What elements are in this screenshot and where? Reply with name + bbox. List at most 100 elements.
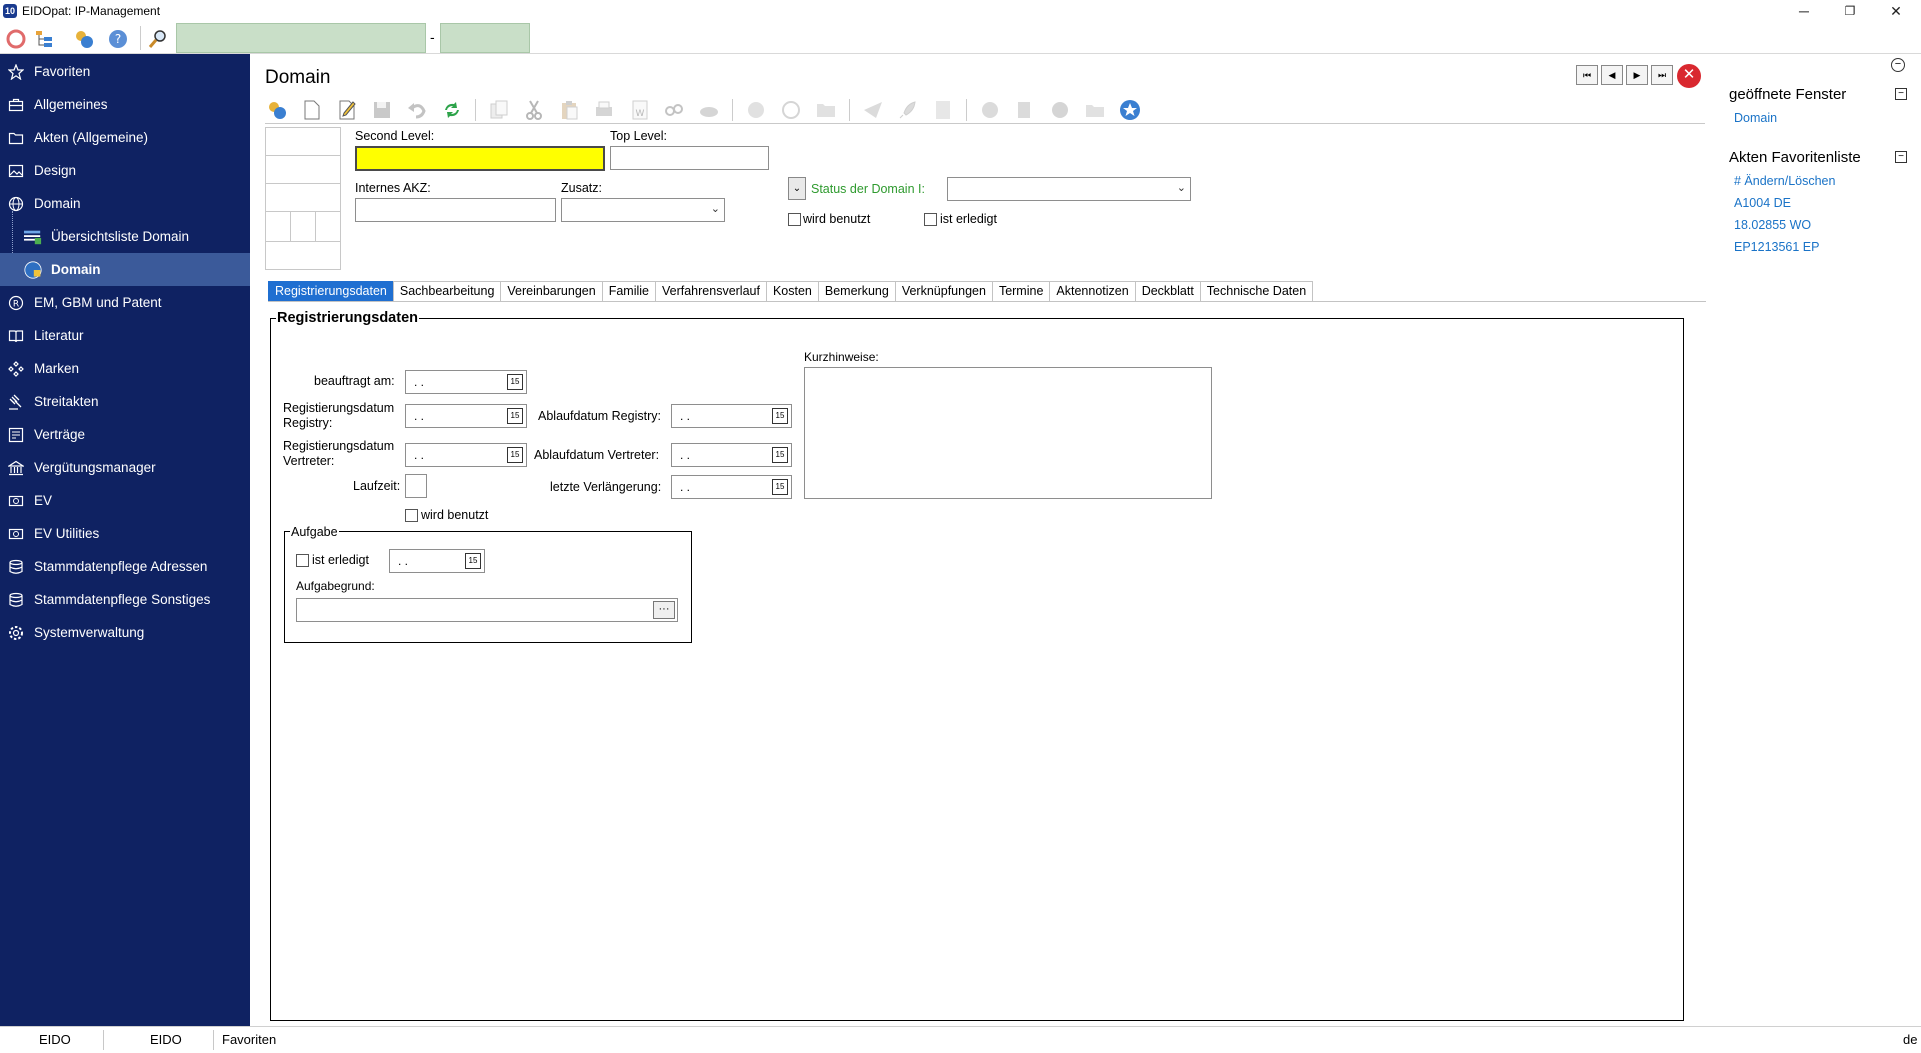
calendar-icon[interactable]: 15 [772, 408, 788, 424]
new-document-icon[interactable] [300, 98, 324, 122]
favorite-link[interactable]: # Ändern/Löschen [1734, 174, 1835, 188]
wird-benutzt-checkbox[interactable] [788, 213, 801, 226]
sidebar-item-em-gbm-patent[interactable]: R EM, GBM und Patent [0, 286, 250, 319]
cloud-icon[interactable] [697, 98, 721, 122]
next-record-button[interactable]: ▶ [1626, 65, 1648, 85]
tab-deckblatt[interactable]: Deckblatt [1134, 281, 1201, 301]
globe-gear-icon[interactable] [1048, 98, 1072, 122]
aufgabe-ist-erledigt-checkbox[interactable] [296, 554, 309, 567]
sidebar-item-favoriten[interactable]: Favoriten [0, 55, 250, 88]
status-dropdown-button[interactable]: ⌄ [788, 177, 806, 200]
sidebar-item-stammdaten-adressen[interactable]: Stammdatenpflege Adressen [0, 550, 250, 583]
calendar-icon[interactable]: 15 [772, 479, 788, 495]
last-record-button[interactable]: ⏭ [1651, 65, 1673, 85]
undo-icon[interactable] [405, 98, 429, 122]
tab-aktennotizen[interactable]: Aktennotizen [1049, 281, 1136, 301]
aufgabegrund-input[interactable]: ··· [296, 598, 678, 622]
reg-registry-date[interactable]: . . 15 [405, 404, 527, 428]
ellipsis-button[interactable]: ··· [653, 601, 675, 619]
sidebar-item-domain-active[interactable]: Domain [0, 253, 250, 286]
collapse-open-windows-icon[interactable]: − [1895, 88, 1907, 100]
clock-icon[interactable] [744, 98, 768, 122]
tab-kosten[interactable]: Kosten [765, 281, 819, 301]
reg-wird-benutzt-checkbox[interactable] [405, 509, 418, 522]
database-lock-icon[interactable] [1013, 98, 1037, 122]
sidebar-item-systemverwaltung[interactable]: Systemverwaltung [0, 616, 250, 649]
beauftragt-am-date[interactable]: . . 15 [405, 370, 527, 394]
status-domain-select[interactable]: ⌄ [947, 177, 1191, 201]
sidebar-item-allgemeines[interactable]: Allgemeines [0, 88, 250, 121]
sidebar-item-literatur[interactable]: Literatur [0, 319, 250, 352]
calendar-icon[interactable]: 15 [465, 553, 481, 569]
collapse-favorites-icon[interactable]: − [1895, 151, 1907, 163]
tree-icon[interactable] [33, 28, 55, 50]
status-favoriten[interactable]: Favoriten [222, 1032, 276, 1047]
previous-record-button[interactable]: ◀ [1601, 65, 1623, 85]
send-icon[interactable] [861, 98, 885, 122]
cut-icon[interactable] [522, 98, 546, 122]
sidebar-item-domain[interactable]: Domain [0, 187, 250, 220]
internes-akz-input[interactable] [355, 198, 556, 222]
search-field-primary[interactable] [176, 23, 426, 53]
ablauf-registry-date[interactable]: . . 15 [671, 404, 792, 428]
aufgabe-date[interactable]: . . 15 [389, 549, 485, 573]
sidebar-item-verguetungsmanager[interactable]: Vergütungsmanager [0, 451, 250, 484]
close-form-button[interactable]: ✕ [1677, 64, 1701, 88]
close-window-button[interactable]: ✕ [1873, 0, 1919, 22]
tab-verknuepfungen[interactable]: Verknüpfungen [894, 281, 993, 301]
open-window-link[interactable]: Domain [1734, 111, 1777, 125]
sidebar-item-ev[interactable]: EV [0, 484, 250, 517]
ablauf-vertreter-date[interactable]: . . 15 [671, 443, 792, 467]
minimize-button[interactable]: ─ [1781, 0, 1827, 22]
sidebar-item-uebersichtsliste-domain[interactable]: Übersichtsliste Domain [0, 220, 250, 253]
calendar-icon[interactable]: 15 [772, 447, 788, 463]
favorite-link[interactable]: EP1213561 EP [1734, 240, 1820, 254]
history-icon[interactable] [779, 98, 803, 122]
zusatz-select[interactable]: ⌄ [561, 198, 725, 222]
tab-registrierungsdaten[interactable]: Registrierungsdaten [268, 281, 394, 301]
sidebar-item-marken[interactable]: Marken [0, 352, 250, 385]
copy-icon[interactable] [487, 98, 511, 122]
print-icon[interactable] [592, 98, 616, 122]
favorite-link[interactable]: 18.02855 WO [1734, 218, 1811, 232]
save-icon[interactable] [370, 98, 394, 122]
search-field-secondary[interactable] [440, 23, 530, 53]
kurzhinweise-textarea[interactable] [804, 367, 1212, 499]
search-icon[interactable] [147, 28, 169, 50]
settings-globe-icon[interactable] [73, 28, 95, 50]
record-icon[interactable] [5, 28, 27, 50]
letzte-verlaengerung-date[interactable]: . . 15 [671, 475, 792, 499]
sidebar-item-streitakten[interactable]: Streitakten [0, 385, 250, 418]
refresh-icon[interactable] [440, 98, 464, 122]
settings-globe-icon[interactable] [265, 98, 289, 122]
word-export-icon[interactable]: W [627, 98, 651, 122]
tab-technische-daten[interactable]: Technische Daten [1199, 281, 1314, 301]
ist-erledigt-checkbox[interactable] [924, 213, 937, 226]
sidebar-item-ev-utilities[interactable]: EV Utilities [0, 517, 250, 550]
maximize-button[interactable]: ❐ [1827, 0, 1873, 22]
top-level-input[interactable] [610, 146, 769, 170]
edit-icon[interactable] [335, 98, 359, 122]
tab-sachbearbeitung[interactable]: Sachbearbeitung [392, 281, 502, 301]
paste-icon[interactable] [557, 98, 581, 122]
collapse-panel-icon[interactable]: − [1891, 58, 1905, 72]
link-icon[interactable] [662, 98, 686, 122]
tab-termine[interactable]: Termine [991, 281, 1051, 301]
compass-icon[interactable] [978, 98, 1002, 122]
rocket-icon[interactable] [896, 98, 920, 122]
first-record-button[interactable]: ⏮ [1576, 65, 1598, 85]
sidebar-item-design[interactable]: Design [0, 154, 250, 187]
tab-verfahrensverlauf[interactable]: Verfahrensverlauf [654, 281, 767, 301]
calendar-icon[interactable]: 15 [507, 408, 523, 424]
pdf-icon[interactable] [931, 98, 955, 122]
tab-vereinbarungen[interactable]: Vereinbarungen [500, 281, 603, 301]
open-folder-icon[interactable] [1083, 98, 1107, 122]
sidebar-item-akten[interactable]: Akten (Allgemeine) [0, 121, 250, 154]
laufzeit-input[interactable] [405, 474, 427, 498]
second-level-input[interactable] [355, 146, 605, 171]
tab-bemerkung[interactable]: Bemerkung [817, 281, 896, 301]
tab-familie[interactable]: Familie [601, 281, 656, 301]
calendar-icon[interactable]: 15 [507, 447, 523, 463]
help-icon[interactable]: ? [107, 28, 129, 50]
folder-clock-icon[interactable] [814, 98, 838, 122]
